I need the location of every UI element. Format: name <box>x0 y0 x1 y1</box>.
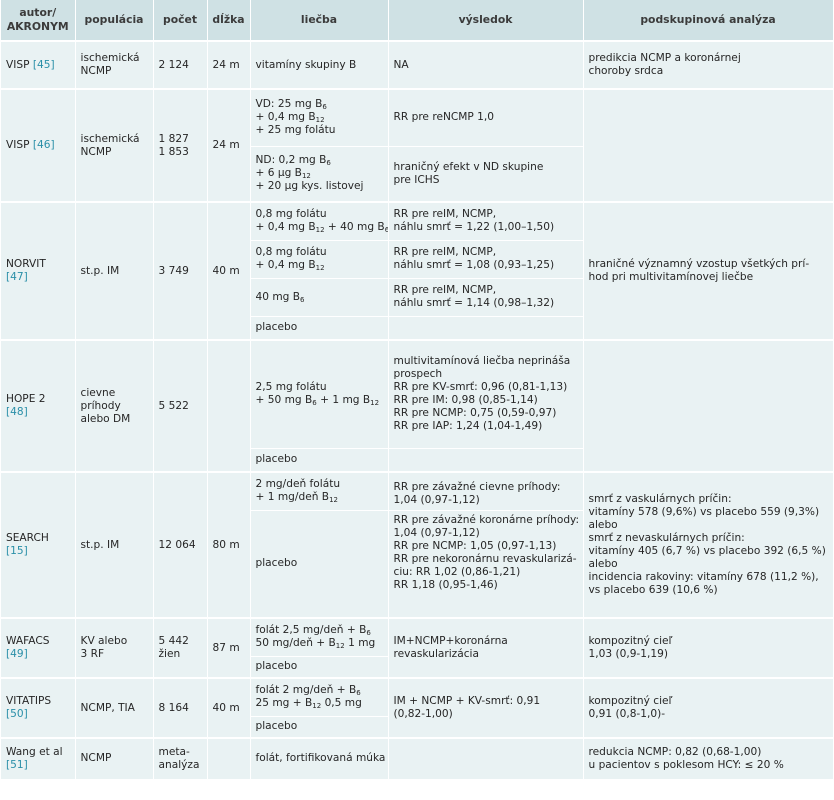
reference-link[interactable]: [48] <box>6 406 70 419</box>
result-cell: RR pre reIM, NCMP, náhlu smrť = 1,14 (0,9… <box>388 278 584 317</box>
header-treatment: liečba <box>250 0 389 41</box>
subgroup-cell <box>583 88 834 203</box>
population-cell: cievne príhody alebo DM <box>75 339 154 473</box>
author-cell: SEARCH [15] <box>1 471 76 619</box>
treatment-cell: folát, fortifikovaná múka <box>250 737 389 780</box>
header-author: autor/AKRONYM <box>1 0 76 41</box>
count-cell: 2 124 <box>153 40 208 90</box>
result-cell: RR pre reNCMP 1,0 <box>388 88 584 147</box>
subgroup-cell: smrť z vaskulárnych príčin: vitamíny 578… <box>583 471 834 619</box>
treatment-cell: 40 mg B6 <box>250 278 389 317</box>
population-cell: st.p. IM <box>75 471 154 619</box>
duration-cell: 40 m <box>207 201 251 341</box>
subgroup-cell: kompozitný cieľ 1,03 (0,9-1,19) <box>583 617 834 679</box>
treatment-cell: folát 2 mg/deň + B6 25 mg + B12 0,5 mg <box>250 677 389 717</box>
result-cell: hraničný efekt v ND skupine pre ICHS <box>388 146 584 203</box>
duration-cell <box>207 339 251 473</box>
count-cell: 5 522 <box>153 339 208 473</box>
treatment-cell: placebo <box>250 448 389 473</box>
result-cell <box>388 316 584 341</box>
subgroup-cell <box>583 339 834 473</box>
table-row: SEARCH [15] st.p. IM 12 064 80 m 2 mg/deň… <box>1 471 834 619</box>
reference-link[interactable]: [46] <box>33 139 55 151</box>
treatment-cell: ND: 0,2 mg B6 + 6 µg B12 + 20 µg kys. li… <box>250 146 389 203</box>
subgroup-cell: redukcia NCMP: 0,82 (0,68-1,00) u pacient… <box>583 737 834 780</box>
count-cell: 8 164 <box>153 677 208 739</box>
subgroup-cell: predikcia NCMP a koronárnej choroby srdca <box>583 40 834 90</box>
population-cell: KV alebo 3 RF <box>75 617 154 679</box>
author-cell: VISP [46] <box>1 88 76 203</box>
result-cell <box>388 737 584 780</box>
header-population: populácia <box>75 0 154 41</box>
duration-cell: 40 m <box>207 677 251 739</box>
result-cell: RR pre reIM, NCMP, náhlu smrť = 1,08 (0,9… <box>388 240 584 279</box>
table-row: VISP [45] ischemická NCMP 2 124 24 m vita… <box>1 40 834 90</box>
treatment-cell: placebo <box>250 316 389 341</box>
population-cell: st.p. IM <box>75 201 154 341</box>
count-cell: 12 064 <box>153 471 208 619</box>
table-row: NORVIT [47] st.p. IM 3 749 40 m 0,8 mg fo… <box>1 201 834 341</box>
author-cell: VITATIPS [50] <box>1 677 76 739</box>
result-cell: IM+NCMP+koronárna revaskularizácia <box>388 617 584 679</box>
table-row: VITATIPS [50] NCMP, TIA 8 164 40 m folát … <box>1 677 834 739</box>
header-row: autor/AKRONYM populácia počet dĺžka lieč… <box>1 0 834 41</box>
count-cell: 3 749 <box>153 201 208 341</box>
population-cell: NCMP <box>75 737 154 780</box>
table-row: Wang et al [51] NCMP meta-analýza folát, … <box>1 737 834 780</box>
result-cell: RR pre závažné cievne príhody: 1,04 (0,97… <box>388 471 584 511</box>
count-cell: 1 827 1 853 <box>153 88 208 203</box>
author-cell: HOPE 2 [48] <box>1 339 76 473</box>
duration-cell: 24 m <box>207 40 251 90</box>
treatment-cell: VD: 25 mg B6 + 0,4 mg B12 + 25 mg folátu <box>250 88 389 147</box>
duration-cell: 80 m <box>207 471 251 619</box>
treatment-cell: placebo <box>250 656 389 679</box>
treatment-cell: 0,8 mg folátu + 0,4 mg B12 + 40 mg B6 <box>250 201 389 241</box>
count-cell: meta-analýza <box>153 737 208 780</box>
reference-link[interactable]: [45] <box>33 59 55 71</box>
duration-cell: 24 m <box>207 88 251 203</box>
result-cell: RR pre reIM, NCMP, náhlu smrť = 1,22 (1,0… <box>388 201 584 241</box>
treatment-cell: placebo <box>250 510 389 619</box>
reference-link[interactable]: [51] <box>6 759 70 772</box>
duration-cell: 87 m <box>207 617 251 679</box>
header-subgroup: podskupinová analýza <box>583 0 834 41</box>
author-cell: NORVIT [47] <box>1 201 76 341</box>
result-cell: NA <box>388 40 584 90</box>
author-cell: WAFACS [49] <box>1 617 76 679</box>
result-cell: RR pre závažné koronárne príhody: 1,04 (… <box>388 510 584 619</box>
author-cell: VISP [45] <box>1 40 76 90</box>
study-table: autor/AKRONYM populácia počet dĺžka lieč… <box>1 0 834 780</box>
header-duration: dĺžka <box>207 0 251 41</box>
duration-cell <box>207 737 251 780</box>
treatment-cell: placebo <box>250 716 389 739</box>
result-cell: multivitamínová liečba neprináša prospec… <box>388 339 584 449</box>
reference-link[interactable]: [50] <box>6 708 70 721</box>
subgroup-cell: hraničné významný vzostup všetkých prí-h… <box>583 201 834 341</box>
subgroup-cell: kompozitný cieľ 0,91 (0,8-1,0)- <box>583 677 834 739</box>
treatment-cell: 2 mg/deň folátu + 1 mg/deň B12 <box>250 471 389 511</box>
reference-link[interactable]: [49] <box>6 648 70 661</box>
author-cell: Wang et al [51] <box>1 737 76 780</box>
count-cell: 5 442 žien <box>153 617 208 679</box>
table-row: WAFACS [49] KV alebo 3 RF 5 442 žien 87 m f… <box>1 617 834 679</box>
population-cell: ischemická NCMP <box>75 40 154 90</box>
result-cell: IM + NCMP + KV-smrť: 0,91 (0,82-1,00) <box>388 677 584 739</box>
treatment-cell: folát 2,5 mg/deň + B6 50 mg/deň + B12 1 … <box>250 617 389 657</box>
reference-link[interactable]: [15] <box>6 545 70 558</box>
table-row: HOPE 2 [48] cievne príhody alebo DM 5 522 2… <box>1 339 834 473</box>
population-cell: NCMP, TIA <box>75 677 154 739</box>
table-row: VISP [46] ischemická NCMP 1 827 1 853 24 m… <box>1 88 834 203</box>
population-cell: ischemická NCMP <box>75 88 154 203</box>
reference-link[interactable]: [47] <box>6 271 70 284</box>
header-result: výsledok <box>388 0 584 41</box>
result-cell <box>388 448 584 473</box>
treatment-cell: 2,5 mg folátu + 50 mg B6 + 1 mg B12 <box>250 339 389 449</box>
treatment-cell: vitamíny skupiny B <box>250 40 389 90</box>
treatment-cell: 0,8 mg folátu + 0,4 mg B12 <box>250 240 389 279</box>
header-count: počet <box>153 0 208 41</box>
